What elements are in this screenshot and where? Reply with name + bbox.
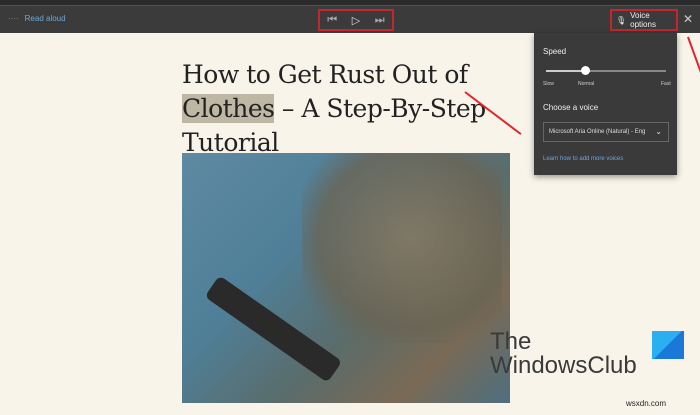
voice-select-value: Microsoft Aria Online (Natural) - Eng <box>549 129 646 135</box>
voice-options-label: Voice options <box>630 11 656 29</box>
read-aloud-label: ···· Read aloud <box>8 14 66 23</box>
speed-slider[interactable] <box>546 70 666 72</box>
normal-label: Normal <box>578 81 595 87</box>
article-image <box>182 153 510 403</box>
read-aloud-toolbar: ···· Read aloud ⏮ ▷ ⏭ 🎙 Voice options ✕ <box>0 5 700 33</box>
previous-button[interactable]: ⏮ <box>327 14 337 27</box>
speed-slider-thumb[interactable] <box>581 66 590 75</box>
voice-options-panel: Speed Slow Normal Fast Choose a voice Mi… <box>534 33 677 175</box>
watermark-logo: The WindowsClub <box>490 328 637 379</box>
fast-label: Fast <box>661 81 671 87</box>
drag-handle[interactable]: ···· <box>8 14 19 23</box>
read-aloud-title: Read aloud <box>24 14 66 23</box>
voice-options-button[interactable]: 🎙 Voice options <box>610 9 678 31</box>
choose-voice-label: Choose a voice <box>543 103 599 112</box>
learn-more-voices-link[interactable]: Learn how to add more voices <box>543 156 623 162</box>
windows-logo-icon <box>652 331 684 359</box>
article-title: How to Get Rust Out of Clothes – A Step-… <box>182 60 486 157</box>
voice-select[interactable]: Microsoft Aria Online (Natural) - Eng ⌄ <box>543 122 669 142</box>
chevron-down-icon: ⌄ <box>655 127 662 136</box>
speed-label: Speed <box>543 47 567 56</box>
highlighted-word: Clothes <box>182 94 275 123</box>
playback-controls: ⏮ ▷ ⏭ <box>318 9 394 31</box>
annotation-arrow <box>687 36 700 75</box>
voice-icon: 🎙 <box>616 15 627 25</box>
slow-label: Slow <box>543 81 554 87</box>
play-button[interactable]: ▷ <box>352 14 360 27</box>
next-button[interactable]: ⏭ <box>375 14 385 27</box>
site-watermark: wsxdn.com <box>626 399 667 408</box>
close-button[interactable]: ✕ <box>683 12 693 26</box>
